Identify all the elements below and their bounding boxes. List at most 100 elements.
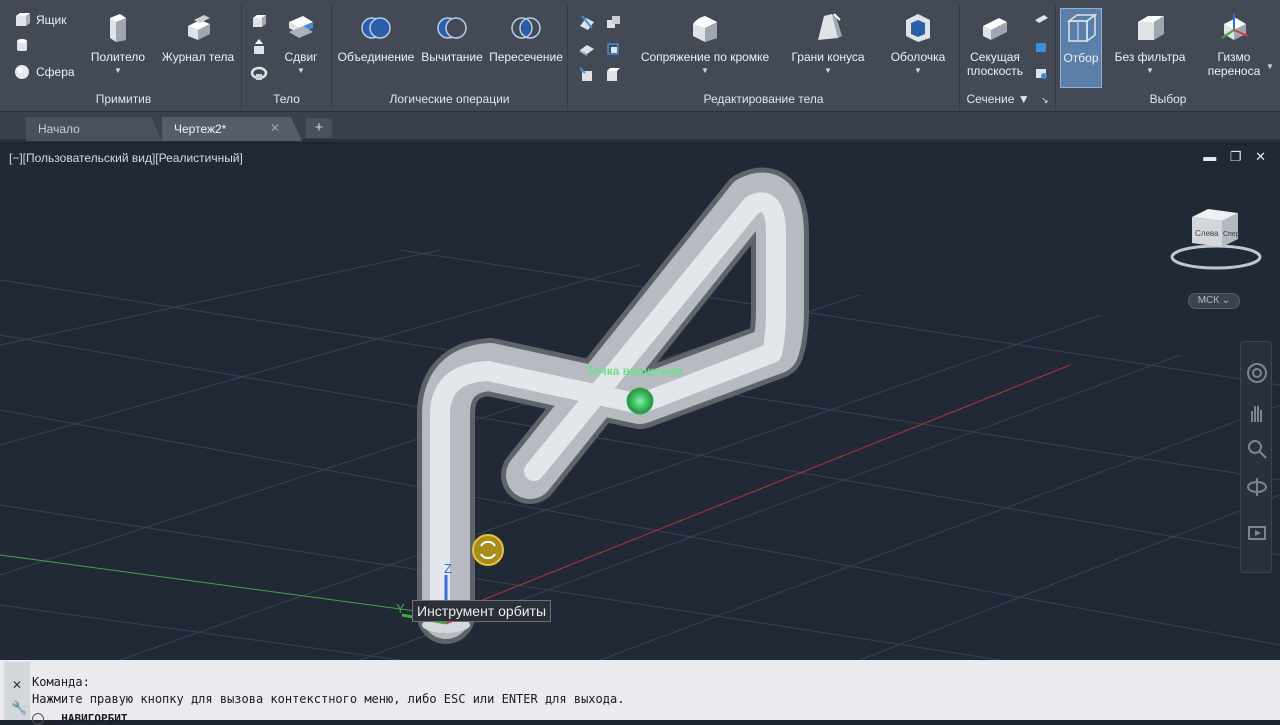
viewport-controls-label[interactable]: [−][Пользовательский вид][Реалистичный] bbox=[9, 151, 243, 165]
fillet-dropdown-icon[interactable]: ▼ bbox=[632, 64, 778, 78]
customize-wrench-icon[interactable]: 🔧 bbox=[11, 700, 27, 716]
cylinder-button[interactable] bbox=[14, 38, 36, 54]
sphere-button[interactable]: Сфера bbox=[14, 64, 75, 80]
steering-wheel-icon[interactable] bbox=[1246, 362, 1268, 384]
fillet-edge-icon bbox=[693, 16, 717, 42]
viewport-window-controls: ▬ ❐ ✕ bbox=[1193, 149, 1266, 165]
polysolid-icon bbox=[110, 14, 126, 42]
restore-icon[interactable]: ❐ bbox=[1230, 149, 1242, 164]
close-command-line-icon[interactable]: ✕ bbox=[12, 678, 22, 692]
intersect-icon bbox=[511, 17, 541, 39]
extrude-icon[interactable] bbox=[250, 12, 268, 30]
close-tab-icon[interactable]: ✕ bbox=[270, 121, 280, 135]
panel-boolean: Объединение Вычитание Пересечение Логиче… bbox=[332, 4, 568, 110]
command-input[interactable]: _ НАВИГОРБИТ bbox=[32, 712, 127, 725]
pan-hand-icon[interactable] bbox=[1246, 402, 1268, 424]
viewcube-front-label[interactable]: Спер bbox=[1223, 231, 1240, 238]
orbit-cursor-icon bbox=[472, 534, 504, 566]
drawing-viewport[interactable]: Z Y X [−][Пользовательский вид][Реалисти… bbox=[0, 145, 1280, 660]
wcs-menu-button[interactable]: МСК ⌄ bbox=[1188, 293, 1240, 309]
section-dropdown-icon[interactable]: ▼ bbox=[1018, 92, 1030, 106]
polysolid-label: Политело bbox=[90, 50, 146, 64]
panel-section-title[interactable]: Сечение ▼ ↘ bbox=[960, 92, 1055, 106]
panel-primitive: Ящик Сфера Политело ▼ Журнал тела Примит… bbox=[6, 4, 242, 110]
box-button[interactable]: Ящик bbox=[14, 12, 67, 28]
move-gizmo-icon bbox=[1221, 14, 1249, 40]
taper-faces-label: Грани конуса bbox=[791, 50, 865, 64]
panel-section-title-text: Сечение bbox=[966, 92, 1015, 106]
viewcube-left-label[interactable]: Слева bbox=[1195, 229, 1219, 238]
shell-button[interactable]: Оболочка ▼ bbox=[878, 12, 958, 78]
shift-dropdown-icon[interactable]: ▼ bbox=[274, 64, 328, 78]
union-label: Объединение bbox=[337, 50, 415, 64]
presspull-icon[interactable] bbox=[250, 38, 268, 56]
no-filter-dropdown-icon[interactable]: ▼ bbox=[1110, 64, 1190, 78]
polysolid-dropdown-icon[interactable]: ▼ bbox=[86, 64, 150, 78]
showmotion-icon[interactable] bbox=[1246, 522, 1268, 544]
add-jog-icon[interactable] bbox=[1032, 38, 1050, 56]
command-line-handle[interactable]: ✕ 🔧 bbox=[4, 662, 30, 720]
culling-button[interactable]: Отбор bbox=[1060, 8, 1102, 88]
tab-drawing2[interactable]: Чертеж2* ✕ bbox=[162, 117, 302, 141]
orbit-tool-tooltip: Инструмент орбиты bbox=[412, 600, 552, 622]
interfere-icon[interactable] bbox=[604, 14, 622, 32]
shift-button[interactable]: Сдвиг ▼ bbox=[274, 12, 328, 78]
revolve-icon[interactable] bbox=[250, 64, 268, 82]
sphere-icon bbox=[15, 65, 29, 79]
fillet-edge-button[interactable]: Сопряжение по кромке ▼ bbox=[632, 12, 778, 78]
no-filter-button[interactable]: Без фильтра ▼ bbox=[1110, 12, 1190, 78]
panel-selection-title: Выбор bbox=[1149, 92, 1187, 106]
no-filter-label: Без фильтра bbox=[1114, 50, 1186, 64]
live-section-icon[interactable] bbox=[1032, 12, 1050, 30]
solid-history-button[interactable]: Журнал тела bbox=[156, 12, 240, 64]
command-line[interactable]: ✕ 🔧 Команда: Нажмите правую кнопку для в… bbox=[0, 660, 1280, 725]
sphere-label: Сфера bbox=[36, 65, 75, 79]
section-plane-label-1: Секущая bbox=[970, 50, 1020, 64]
taper-faces-icon bbox=[818, 13, 842, 40]
section-plane-icon bbox=[983, 18, 1007, 40]
viewcube[interactable]: Слева Спер bbox=[1168, 205, 1266, 275]
shell-dropdown-icon[interactable]: ▼ bbox=[878, 64, 958, 78]
ribbon: Ящик Сфера Политело ▼ Журнал тела Примит… bbox=[0, 0, 1280, 112]
gizmo-dropdown-icon[interactable]: ▼ bbox=[1266, 62, 1274, 71]
box-label: Ящик bbox=[36, 13, 67, 27]
gizmo-label-1: Гизмо bbox=[1217, 50, 1251, 64]
subtract-button[interactable]: Вычитание bbox=[416, 12, 488, 64]
orbit-icon[interactable] bbox=[1246, 476, 1268, 498]
tab-start[interactable]: Начало bbox=[26, 117, 162, 141]
section-plane-button[interactable]: Секущая плоскость bbox=[962, 12, 1028, 78]
intersect-button[interactable]: Пересечение bbox=[486, 12, 566, 64]
extract-edges-icon[interactable] bbox=[578, 66, 596, 84]
separate-icon[interactable] bbox=[604, 40, 622, 58]
new-tab-button[interactable]: + bbox=[306, 118, 332, 138]
polysolid-button[interactable]: Политело ▼ bbox=[86, 12, 150, 78]
document-tab-bar: Начало Чертеж2* ✕ + bbox=[0, 112, 1280, 142]
command-history-line-1: Команда: bbox=[32, 675, 90, 689]
tab-start-label: Начало bbox=[38, 122, 80, 136]
offset-edge-icon[interactable] bbox=[604, 66, 622, 84]
axis-z-label: Z bbox=[444, 561, 452, 576]
model-scene[interactable]: Z Y X bbox=[0, 145, 1280, 660]
axis-y-label: Y bbox=[396, 601, 405, 616]
shift-icon bbox=[289, 16, 313, 38]
union-button[interactable]: Объединение bbox=[336, 12, 416, 64]
shift-label: Сдвиг bbox=[284, 50, 318, 64]
culling-label: Отбор bbox=[1063, 51, 1099, 65]
panel-primitive-title: Примитив bbox=[95, 92, 152, 106]
fillet-edge-label: Сопряжение по кромке bbox=[640, 50, 770, 64]
taper-faces-button[interactable]: Грани конуса ▼ bbox=[780, 12, 876, 78]
zoom-extents-icon[interactable] bbox=[1246, 438, 1268, 460]
imprint-icon[interactable] bbox=[578, 40, 596, 58]
union-icon bbox=[361, 17, 391, 39]
slice-icon[interactable] bbox=[578, 14, 596, 32]
panel-solid: Сдвиг ▼ Тело bbox=[242, 4, 332, 110]
taper-dropdown-icon[interactable]: ▼ bbox=[780, 64, 876, 78]
close-icon[interactable]: ✕ bbox=[1255, 149, 1266, 164]
minimize-icon[interactable]: ▬ bbox=[1203, 149, 1216, 164]
solid-history-label: Журнал тела bbox=[161, 50, 235, 64]
panel-section: Секущая плоскость Сечение ▼ ↘ bbox=[960, 4, 1056, 110]
section-dialog-launcher-icon[interactable]: ↘ bbox=[1041, 95, 1049, 105]
gizmo-move-button[interactable]: Гизмо переноса bbox=[1200, 12, 1268, 78]
tab-drawing2-label: Чертеж2* bbox=[174, 122, 227, 136]
section-settings-icon[interactable] bbox=[1032, 64, 1050, 82]
